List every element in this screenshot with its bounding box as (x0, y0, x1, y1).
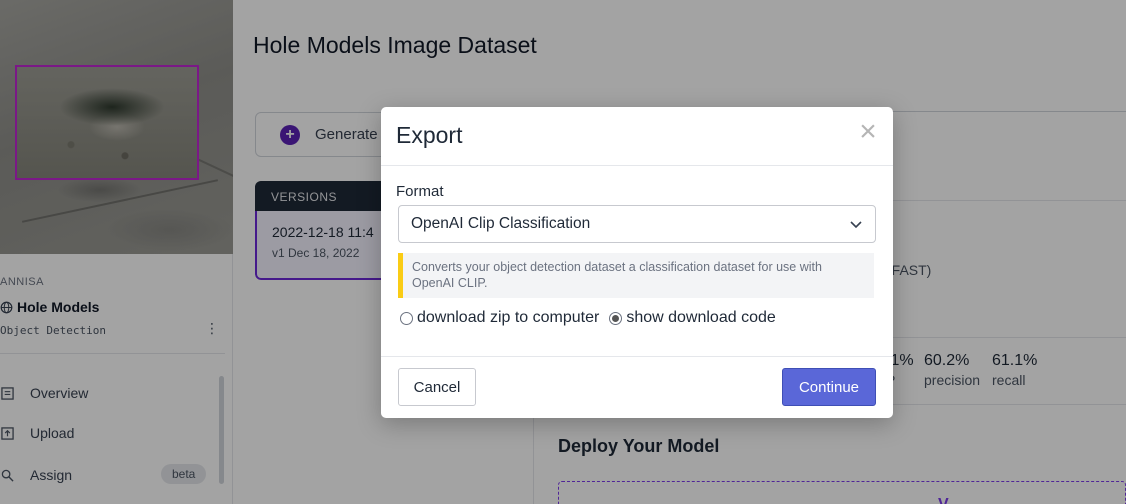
dialog-title: Export (396, 122, 463, 148)
format-description: Converts your object detection dataset a… (398, 253, 874, 298)
close-icon[interactable]: × (855, 117, 881, 147)
continue-button[interactable]: Continue (782, 368, 876, 406)
chevron-down-icon (850, 221, 862, 229)
export-method-radios: download zip to computer show download c… (400, 309, 776, 327)
radio-button-selected[interactable] (609, 311, 623, 325)
radio-download-zip[interactable]: download zip to computer (400, 309, 599, 327)
radio-label: show download code (626, 309, 776, 326)
cancel-button[interactable]: Cancel (398, 368, 476, 406)
format-select-value: OpenAI Clip Classification (411, 215, 591, 232)
divider (381, 356, 893, 357)
divider (381, 165, 893, 166)
radio-show-code[interactable]: show download code (609, 309, 776, 327)
radio-label: download zip to computer (417, 309, 600, 326)
radio-button[interactable] (400, 311, 413, 325)
export-dialog: Export × Format OpenAI Clip Classificati… (381, 107, 893, 418)
format-select[interactable]: OpenAI Clip Classification (398, 205, 876, 243)
format-label: Format (396, 183, 444, 200)
